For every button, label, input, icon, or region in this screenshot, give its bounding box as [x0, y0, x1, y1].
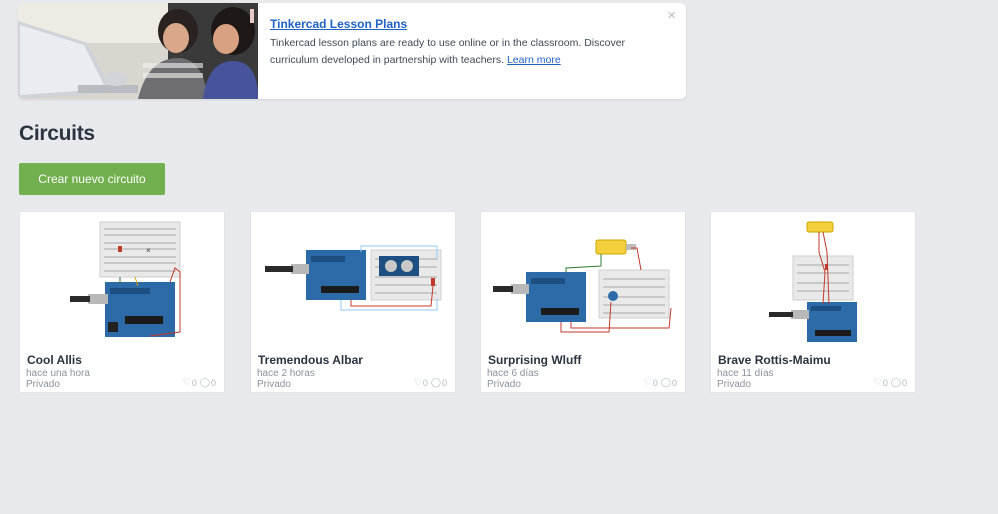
circuit-card[interactable]: Surprising Wluff hace 6 días Privado ♡ 0 …: [480, 211, 686, 393]
heart-icon: ♡: [873, 377, 882, 387]
circuit-thumbnail: [769, 221, 857, 342]
learn-more-link[interactable]: Learn more: [507, 54, 561, 66]
circuit-name[interactable]: Cool Allis: [27, 353, 82, 367]
circuit-stats: ♡ 0 ◯ 0: [644, 377, 677, 388]
banner-description-text: Tinkercad lesson plans are ready to use …: [270, 37, 626, 66]
circuit-card[interactable]: Tremendous Albar hace 2 horas Privado ♡ 0…: [250, 211, 456, 393]
svg-text:×: ×: [146, 246, 151, 255]
circuit-card[interactable]: × Cool Allis hace una hora Privado ♡ 0 ◯ 0: [19, 211, 225, 393]
circuit-privacy: Privado: [487, 379, 521, 390]
circuit-timestamp: hace una hora: [26, 368, 90, 379]
circuit-name[interactable]: Brave Rottis-Maimu: [718, 353, 831, 367]
circuit-card[interactable]: Brave Rottis-Maimu hace 11 días Privado …: [710, 211, 916, 393]
circuit-thumbnail: [493, 239, 672, 333]
circuit-name[interactable]: Tremendous Albar: [258, 353, 363, 367]
circuit-name[interactable]: Surprising Wluff: [488, 353, 581, 367]
circuit-thumbnail: ×: [70, 221, 181, 337]
comment-icon: ◯: [890, 377, 901, 387]
heart-icon: ♡: [643, 377, 652, 387]
comments-stat: ◯ 0: [661, 377, 677, 388]
comments-count: 0: [210, 377, 216, 388]
children-at-computer-photo: [18, 3, 258, 99]
circuit-privacy: Privado: [717, 379, 751, 390]
likes-count: 0: [191, 377, 197, 388]
circuit-stats: ♡ 0 ◯ 0: [183, 377, 216, 388]
circuit-privacy: Privado: [257, 379, 291, 390]
comments-count: 0: [901, 377, 907, 388]
likes-stat: ♡ 0: [183, 377, 197, 388]
comments-stat: ◯ 0: [431, 377, 447, 388]
likes-count: 0: [652, 377, 658, 388]
page-title: Circuits: [19, 122, 95, 145]
circuit-timestamp: hace 11 días: [717, 368, 774, 379]
lesson-plans-link[interactable]: Tinkercad Lesson Plans: [270, 17, 650, 31]
circuit-timestamp: hace 2 horas: [257, 368, 315, 379]
circuit-stats: ♡ 0 ◯ 0: [414, 377, 447, 388]
likes-stat: ♡ 0: [644, 377, 658, 388]
comment-icon: ◯: [660, 377, 671, 387]
heart-icon: ♡: [413, 377, 422, 387]
likes-stat: ♡ 0: [874, 377, 888, 388]
circuit-privacy: Privado: [26, 379, 60, 390]
comments-count: 0: [671, 377, 677, 388]
lesson-plans-banner: Tinkercad Lesson Plans Tinkercad lesson …: [18, 3, 686, 99]
create-circuit-button[interactable]: Crear nuevo circuito: [19, 163, 165, 195]
circuit-stats: ♡ 0 ◯ 0: [874, 377, 907, 388]
comment-icon: ◯: [430, 377, 441, 387]
circuit-timestamp: hace 6 días: [487, 368, 539, 379]
likes-count: 0: [882, 377, 888, 388]
banner-text: Tinkercad Lesson Plans Tinkercad lesson …: [270, 17, 650, 69]
comments-count: 0: [441, 377, 447, 388]
banner-description: Tinkercad lesson plans are ready to use …: [270, 35, 650, 69]
likes-count: 0: [422, 377, 428, 388]
comments-stat: ◯ 0: [200, 377, 216, 388]
likes-stat: ♡ 0: [414, 377, 428, 388]
heart-icon: ♡: [182, 377, 191, 387]
close-icon[interactable]: ×: [667, 7, 676, 24]
circuit-thumbnail: [265, 245, 442, 311]
comments-stat: ◯ 0: [891, 377, 907, 388]
comment-icon: ◯: [199, 377, 210, 387]
